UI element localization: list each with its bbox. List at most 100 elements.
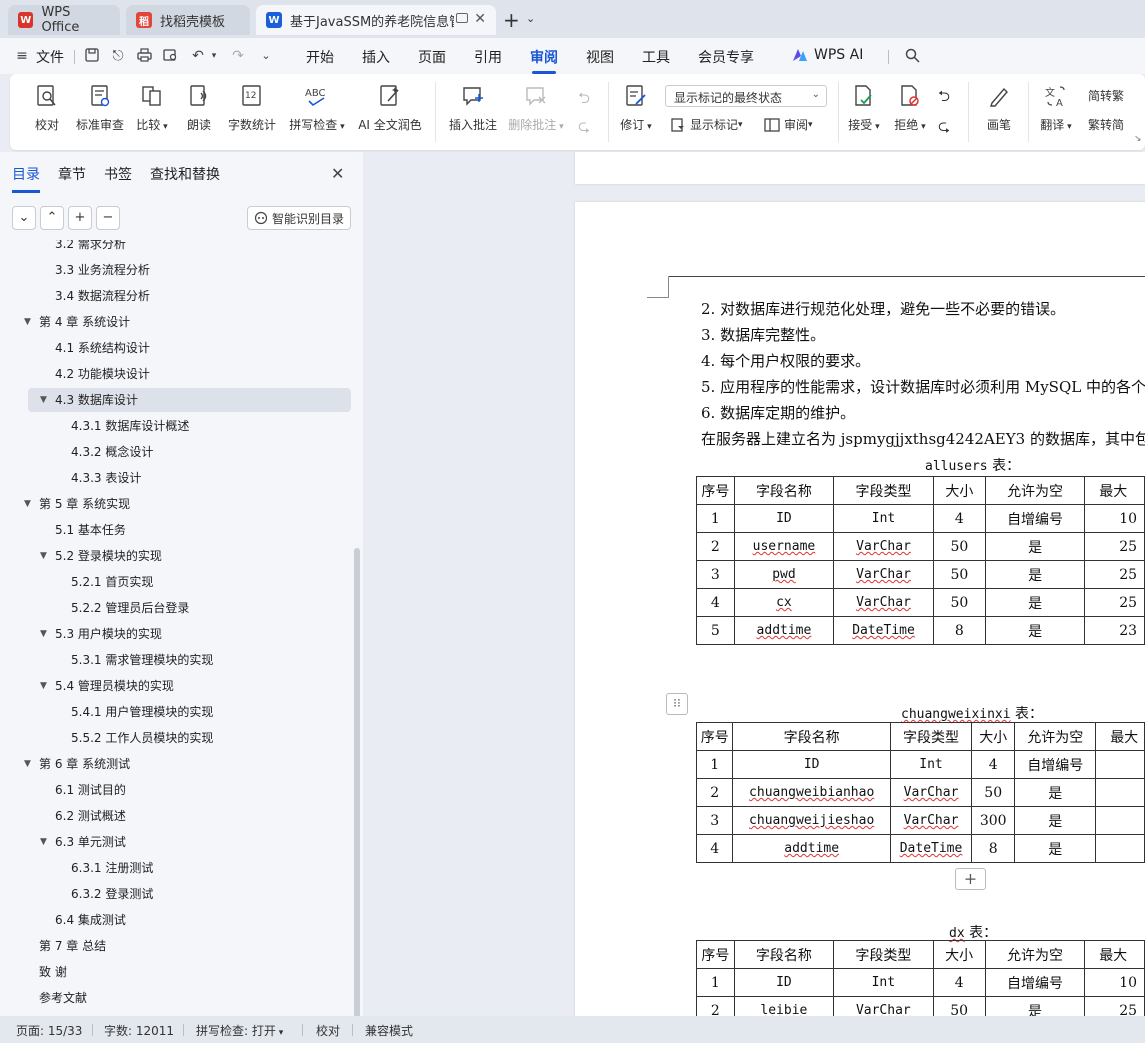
table-cell[interactable]: VarChar xyxy=(833,560,934,589)
table-cell[interactable]: VarChar xyxy=(833,996,934,1016)
table-cell[interactable]: 4 xyxy=(695,834,734,863)
table-header-cell[interactable]: 字段名称 xyxy=(733,940,835,969)
previous-comment-icon[interactable]: ⮌ xyxy=(578,88,590,113)
toc-item[interactable]: 4.1 系统结构设计 xyxy=(0,336,352,360)
new-tab-icon[interactable]: + xyxy=(503,8,520,32)
table-cell[interactable]: DateTime xyxy=(889,834,973,863)
translate-button[interactable]: 文A 翻译 ▾ xyxy=(1036,82,1076,133)
table-cell[interactable]: 是 xyxy=(1014,806,1097,835)
nav-tab-sections[interactable]: 章节 xyxy=(58,164,86,184)
read-aloud-button[interactable]: 朗读 xyxy=(184,82,214,133)
print-preview-icon[interactable] xyxy=(162,48,178,64)
toc-item[interactable]: 5.5.2 工作人员模块的实现 xyxy=(0,726,352,750)
to-simplified-button[interactable]: 繁转简 xyxy=(1088,116,1124,133)
spell-check-status[interactable]: 拼写检查: 打开 ▾ xyxy=(196,1022,283,1039)
expand-up-button[interactable]: ⌃ xyxy=(40,206,64,230)
table-header-cell[interactable]: 大小 xyxy=(932,940,986,969)
toc-item[interactable]: 6.4 集成测试 xyxy=(0,908,352,932)
toc-item[interactable]: 5.3.1 需求管理模块的实现 xyxy=(0,648,352,672)
toc-item[interactable]: ▼ 4.3 数据库设计 xyxy=(28,388,351,412)
expand-arrow-icon[interactable]: ▼ xyxy=(40,544,47,568)
table-cell[interactable]: 自增编号 xyxy=(984,504,1086,533)
reject-button[interactable]: 拒绝 ▾ xyxy=(892,82,928,133)
close-tab-icon[interactable]: ✕ xyxy=(474,11,486,27)
expand-arrow-icon[interactable]: ▼ xyxy=(40,830,47,854)
table-cell[interactable]: 25 xyxy=(1084,996,1145,1016)
toc-item[interactable]: 4.3.1 数据库设计概述 xyxy=(0,414,352,438)
pen-button[interactable]: 画笔 xyxy=(982,82,1016,133)
table-cell[interactable]: 1 xyxy=(696,968,735,997)
standard-review-button[interactable]: 标准审查 xyxy=(74,82,126,133)
table-header-cell[interactable]: 大小 xyxy=(932,476,986,505)
table-cell[interactable]: 300 xyxy=(971,806,1016,835)
table-header-cell[interactable]: 序号 xyxy=(695,722,734,751)
table-cell[interactable]: 25 xyxy=(1084,532,1145,561)
allusers-table[interactable]: 序号 字段名称 字段类型 大小 允许为空 最大 1 ID Int 4 自增编号 10 2 username… xyxy=(696,476,1145,645)
toc-item[interactable]: 4.3.2 概念设计 xyxy=(0,440,352,464)
display-markup-select[interactable]: 显示标记的最终状态 ⌄ xyxy=(665,85,827,107)
table-cell[interactable]: VarChar xyxy=(889,806,973,835)
nav-tab-bookmarks[interactable]: 书签 xyxy=(104,164,132,184)
table-cell[interactable]: 25 xyxy=(1084,588,1145,617)
table-cell[interactable]: addtime xyxy=(733,616,835,645)
table-caption[interactable]: dx 表： xyxy=(949,922,997,942)
toc-item[interactable]: 5.1 基本任务 xyxy=(0,518,352,542)
doc-paragraph[interactable]: 4. 每个用户权限的要求。 xyxy=(701,350,870,371)
toc-item[interactable]: ▼ 6.3 单元测试 xyxy=(0,830,352,854)
close-pane-icon[interactable]: ✕ xyxy=(331,164,344,183)
insert-comment-button[interactable]: 插入批注 xyxy=(446,82,500,133)
table-header-cell[interactable]: 允许为空 xyxy=(1014,722,1097,751)
table-cell[interactable]: ID xyxy=(733,504,835,533)
print-icon[interactable] xyxy=(136,48,152,64)
toc-item[interactable]: 5.2.2 管理员后台登录 xyxy=(0,596,352,620)
table-header-cell[interactable]: 最大 xyxy=(1084,476,1145,505)
next-comment-icon[interactable]: ⮎ xyxy=(578,116,590,141)
table-cell[interactable]: 1 xyxy=(695,750,734,779)
table-cell[interactable]: 8 xyxy=(971,834,1016,863)
word-count-indicator[interactable]: 字数: 12011 xyxy=(104,1022,174,1039)
toc-item[interactable]: ▼ 第 5 章 系统实现 xyxy=(0,492,352,516)
ai-proofread-button[interactable]: AI 全文润色 xyxy=(356,82,424,133)
toc-item[interactable]: 3.4 数据流程分析 xyxy=(0,284,352,308)
table-cell[interactable]: ID xyxy=(733,968,835,997)
smart-toc-button[interactable]: 智能识别目录 xyxy=(247,206,351,230)
accept-button[interactable]: 接受 ▾ xyxy=(846,82,882,133)
search-icon[interactable] xyxy=(904,48,920,64)
hamburger-menu-icon[interactable]: ≡ xyxy=(14,48,30,64)
table-cell[interactable]: cx xyxy=(733,588,835,617)
proofread-status[interactable]: 校对 xyxy=(316,1022,340,1039)
wps-ai-icon[interactable] xyxy=(792,48,808,64)
table-cell[interactable]: 是 xyxy=(1014,834,1097,863)
table-header-cell[interactable]: 字段类型 xyxy=(889,722,973,751)
chuangweixinxi-table[interactable]: 序号 字段名称 字段类型 大小 允许为空 最大 1 ID Int 4 自增编号 2 chuangweib… xyxy=(695,722,1145,863)
table-header-cell[interactable]: 最大 xyxy=(1095,722,1145,751)
table-header-cell[interactable]: 序号 xyxy=(696,476,735,505)
toc-item[interactable]: 6.1 测试目的 xyxy=(0,778,352,802)
table-cell[interactable]: 是 xyxy=(984,532,1086,561)
table-cell[interactable]: 自增编号 xyxy=(1014,750,1097,779)
table-cell[interactable]: 1 xyxy=(696,504,735,533)
previous-change-icon[interactable]: ⮌ xyxy=(938,86,950,111)
table-cell[interactable]: addtime xyxy=(732,834,891,863)
table-cell[interactable]: username xyxy=(733,532,835,561)
expand-arrow-icon[interactable]: ▼ xyxy=(24,310,31,334)
nav-tab-find-replace[interactable]: 查找和替换 xyxy=(150,164,220,184)
table-cell[interactable]: 50 xyxy=(932,560,986,589)
save-icon[interactable] xyxy=(84,48,100,64)
toc-item[interactable]: 参考文献 xyxy=(0,986,352,1010)
toc-item[interactable]: 3.3 业务流程分析 xyxy=(0,258,352,282)
table-cell[interactable]: chuangweijieshao xyxy=(732,806,891,835)
table-header-cell[interactable]: 允许为空 xyxy=(984,940,1086,969)
table-cell[interactable]: 自增编号 xyxy=(984,968,1086,997)
table-header-cell[interactable]: 字段名称 xyxy=(733,476,835,505)
table-cell[interactable]: 4 xyxy=(971,750,1016,779)
table-cell[interactable]: 50 xyxy=(932,588,986,617)
table-cell[interactable]: VarChar xyxy=(833,532,934,561)
table-cell[interactable]: 4 xyxy=(696,588,735,617)
menu-file[interactable]: 文件 xyxy=(36,47,64,67)
menu-wps-ai[interactable]: WPS AI xyxy=(814,47,863,63)
table-cell[interactable]: 50 xyxy=(932,532,986,561)
toc-item[interactable]: ▼ 5.3 用户模块的实现 xyxy=(0,622,352,646)
table-cell[interactable]: 4 xyxy=(932,968,986,997)
toc-item[interactable]: 6.2 测试概述 xyxy=(0,804,352,828)
